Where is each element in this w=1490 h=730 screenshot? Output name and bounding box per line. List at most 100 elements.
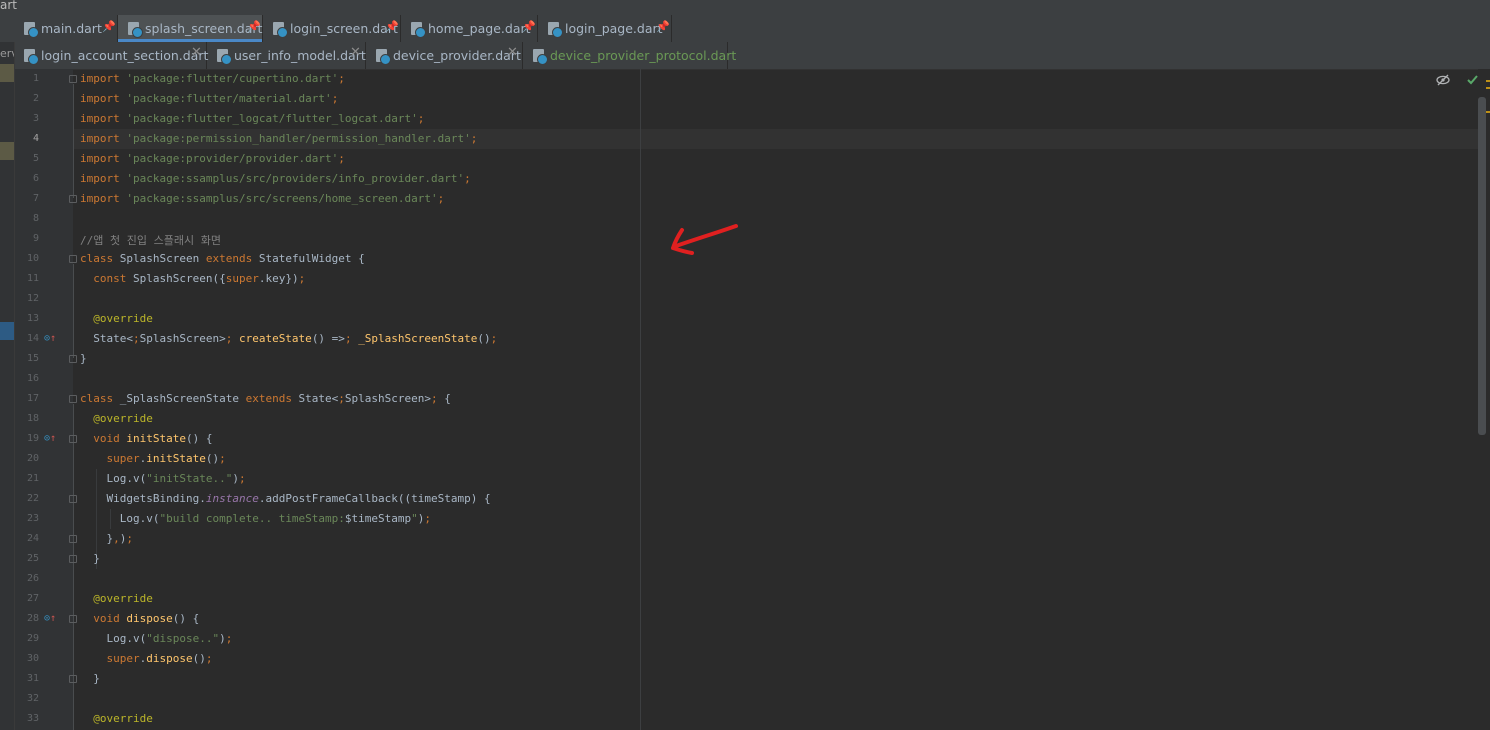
tab-login-account-section-dart[interactable]: login_account_section.dart ✕ [14, 42, 208, 69]
line-number: 6 [32, 173, 39, 184]
line-number: 3 [32, 113, 39, 124]
fold-marker[interactable] [69, 195, 77, 203]
tab-user-info-model-dart[interactable]: user_info_model.dart ✕ [207, 42, 366, 69]
line-number: 30 [26, 653, 39, 664]
line-number: 8 [32, 213, 39, 224]
line-number: 2 [32, 93, 39, 104]
tab-login-screen-dart[interactable]: login_screen.dart 📌 [263, 15, 401, 42]
line-number: 16 [26, 373, 39, 384]
line-number: 13 [26, 313, 39, 324]
reader-mode-toggle[interactable] [1436, 73, 1450, 91]
editor-tabs-row-2: login_account_section.dart ✕ user_info_m… [0, 42, 1490, 70]
line-number: 33 [26, 713, 39, 724]
scrollbar-thumb[interactable] [1478, 97, 1486, 435]
fold-marker[interactable] [69, 495, 77, 503]
pin-icon[interactable]: 📌 [247, 20, 261, 33]
override-icon[interactable]: ⊙↑ [44, 433, 56, 444]
code-line[interactable]: import 'package:provider/provider.dart'; [80, 152, 345, 165]
line-number: 28 [26, 613, 39, 624]
code-line[interactable]: },); [80, 532, 133, 545]
error-stripe-marker[interactable] [1486, 87, 1490, 89]
override-icon[interactable]: ⊙↑ [44, 333, 56, 344]
code-line[interactable]: super.dispose(); [80, 652, 213, 665]
code-line[interactable]: @override [80, 592, 153, 605]
tab-main-dart[interactable]: main.dart 📌 [14, 15, 118, 42]
code-line[interactable]: const SplashScreen({super.key}); [80, 272, 305, 285]
code-line[interactable]: import 'package:ssamplus/src/screens/hom… [80, 192, 444, 205]
code-line[interactable]: class _SplashScreenState extends State<;… [80, 392, 451, 405]
code-line[interactable]: void initState() { [80, 432, 212, 445]
code-line[interactable]: } [80, 552, 100, 565]
code-line[interactable]: import 'package:ssamplus/src/providers/i… [80, 172, 471, 185]
code-line[interactable]: import 'package:flutter/material.dart'; [80, 92, 338, 105]
dart-file-icon [128, 22, 143, 38]
tab-label: login_page.dart [565, 21, 663, 36]
fold-marker[interactable] [69, 615, 77, 623]
code-line[interactable]: State<;SplashScreen>; createState() =>; … [80, 332, 497, 345]
structure-marker[interactable] [0, 142, 14, 160]
pin-icon[interactable]: 📌 [102, 20, 116, 33]
fold-marker[interactable] [69, 395, 77, 403]
dart-file-icon [273, 22, 288, 38]
fold-marker[interactable] [69, 75, 77, 83]
selection-marker[interactable] [0, 322, 14, 340]
code-line[interactable]: WidgetsBinding.instance.addPostFrameCall… [80, 492, 490, 505]
pin-icon[interactable]: 📌 [522, 20, 536, 33]
code-line[interactable]: Log.v("initState.."); [80, 472, 245, 485]
line-number: 5 [32, 153, 39, 164]
code-line[interactable]: @override [80, 412, 153, 425]
line-number: 17 [26, 393, 39, 404]
line-number: 31 [26, 673, 39, 684]
code-line[interactable]: } [80, 672, 100, 685]
code-line[interactable]: Log.v("dispose.."); [80, 632, 232, 645]
side-panel-label[interactable]: ervi [0, 47, 14, 60]
code-line[interactable]: void dispose() { [80, 612, 199, 625]
fold-marker[interactable] [69, 255, 77, 263]
editor-tabs-row-1: main.dart 📌 splash_screen.dart 📌 login_s… [0, 15, 1490, 43]
line-number: 19 [26, 433, 39, 444]
code-line[interactable]: } [80, 352, 87, 365]
structure-marker[interactable] [0, 64, 14, 82]
fold-marker[interactable] [69, 355, 77, 363]
fold-marker[interactable] [69, 435, 77, 443]
line-number: 7 [32, 193, 39, 204]
code-line[interactable]: @override [80, 712, 153, 725]
close-icon[interactable]: ✕ [507, 45, 518, 60]
override-icon[interactable]: ⊙↑ [44, 613, 56, 624]
pin-icon[interactable]: 📌 [656, 20, 670, 33]
tab-home-page-dart[interactable]: home_page.dart 📌 [401, 15, 538, 42]
fold-line [73, 84, 74, 198]
code-line[interactable]: import 'package:flutter/cupertino.dart'; [80, 72, 345, 85]
tab-label: user_info_model.dart [234, 48, 366, 63]
code-line[interactable]: import 'package:permission_handler/permi… [80, 132, 477, 145]
line-number: 10 [26, 253, 39, 264]
line-number: 32 [26, 693, 39, 704]
code-line[interactable]: //앱 첫 진입 스플래시 화면 [80, 232, 221, 248]
code-line[interactable]: super.initState(); [80, 452, 226, 465]
code-line[interactable]: @override [80, 312, 153, 325]
line-number: 21 [26, 473, 39, 484]
fold-marker[interactable] [69, 675, 77, 683]
tab-label: device_provider.dart [393, 48, 521, 63]
line-number: 29 [26, 633, 39, 644]
fold-marker[interactable] [69, 555, 77, 563]
error-stripe-marker[interactable] [1486, 111, 1490, 113]
line-number: 12 [26, 293, 39, 304]
tab-device-provider-protocol-dart[interactable]: device_provider_protocol.dart [523, 42, 736, 69]
tab-splash-screen-dart[interactable]: splash_screen.dart 📌 [118, 15, 263, 42]
pin-icon[interactable]: 📌 [385, 20, 399, 33]
code-line[interactable]: class SplashScreen extends StatefulWidge… [80, 252, 365, 265]
line-number: 9 [32, 233, 39, 244]
code-line[interactable]: import 'package:flutter_logcat/flutter_l… [80, 112, 424, 125]
tab-device-provider-dart[interactable]: device_provider.dart ✕ [366, 42, 523, 69]
close-icon[interactable]: ✕ [350, 45, 361, 60]
line-number: 11 [26, 273, 39, 284]
line-number: 25 [26, 553, 39, 564]
tab-label: home_page.dart [428, 21, 531, 36]
code-line[interactable]: Log.v("build complete.. timeStamp:$timeS… [80, 512, 431, 525]
fold-marker[interactable] [69, 535, 77, 543]
tab-login-page-dart[interactable]: login_page.dart 📌 [538, 15, 672, 42]
close-icon[interactable]: ✕ [191, 45, 202, 60]
tab-label: splash_screen.dart [145, 21, 263, 36]
error-stripe-marker[interactable] [1486, 80, 1490, 82]
